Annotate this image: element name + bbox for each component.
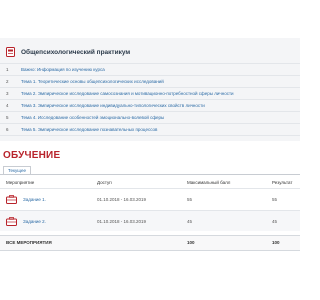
table-header: Мероприятие Доступ Максимальный балл Рез…	[0, 178, 300, 188]
topic-link[interactable]: Важно: Информация по изучению курса	[21, 67, 105, 72]
column-activity: Мероприятие	[6, 180, 35, 185]
tab-divider	[0, 174, 300, 175]
max-score: 55	[187, 197, 193, 202]
column-result: Результат	[272, 180, 293, 185]
topic-link[interactable]: Тема 3. Эмпирическое исследование индиви…	[21, 103, 205, 108]
topic-item[interactable]: 1 Важно: Информация по изучению курса	[0, 63, 300, 75]
max-score: 45	[187, 219, 193, 224]
total-label: ВСЕ МЕРОПРИЯТИЯ	[6, 240, 52, 245]
topic-number: 3	[6, 91, 9, 96]
section-title: ОБУЧЕНИЕ	[3, 150, 61, 161]
column-max-score: Максимальный балл	[187, 180, 231, 185]
topic-item[interactable]: 5 Тема 4. Исследование особенностей эмоц…	[0, 111, 300, 123]
topic-link[interactable]: Тема 5. Эмпирическое исследование познав…	[21, 127, 157, 132]
topic-link[interactable]: Тема 1. Теоретические основы общепсихоло…	[21, 79, 164, 84]
topic-item[interactable]: 4 Тема 3. Эмпирическое исследование инди…	[0, 99, 300, 111]
course-title: Общепсихологический практикум	[21, 48, 131, 56]
topic-number: 6	[6, 127, 9, 132]
topic-number: 1	[6, 67, 9, 72]
topic-list: 1 Важно: Информация по изучению курса 2 …	[0, 63, 300, 136]
task-link[interactable]: Задание 2.	[23, 219, 46, 224]
access-dates: 01.10.2018 - 16.03.2019	[97, 197, 147, 202]
table-row[interactable]: Задание 1. 01.10.2018 - 16.03.2019 55 55	[0, 188, 300, 209]
table-row[interactable]: Задание 2. 01.10.2018 - 16.03.2019 45 45	[0, 210, 300, 231]
course-header: Общепсихологический практикум	[6, 46, 130, 58]
total-max-score: 100	[187, 240, 195, 245]
topic-item[interactable]: 6 Тема 5. Эмпирическое исследование позн…	[0, 123, 300, 136]
topic-link[interactable]: Тема 4. Исследование особенностей эмоцио…	[21, 115, 164, 120]
result: 45	[272, 219, 278, 224]
task-link[interactable]: Задание 1.	[23, 197, 46, 202]
topic-number: 5	[6, 115, 9, 120]
topic-link[interactable]: Тема 2. Эмпирическое исследование самосо…	[21, 91, 234, 96]
topic-item[interactable]: 2 Тема 1. Теоретические основы общепсихо…	[0, 75, 300, 87]
book-icon	[6, 47, 15, 57]
column-access: Доступ	[97, 180, 112, 185]
topic-number: 2	[6, 79, 9, 84]
briefcase-icon	[6, 195, 17, 204]
topic-number: 4	[6, 103, 9, 108]
result: 55	[272, 197, 278, 202]
access-dates: 01.10.2018 - 16.03.2019	[97, 219, 147, 224]
total-result: 100	[272, 240, 280, 245]
briefcase-icon	[6, 217, 17, 226]
total-row: ВСЕ МЕРОПРИЯТИЯ 100 100	[0, 235, 300, 251]
topic-item[interactable]: 3 Тема 2. Эмпирическое исследование само…	[0, 87, 300, 99]
